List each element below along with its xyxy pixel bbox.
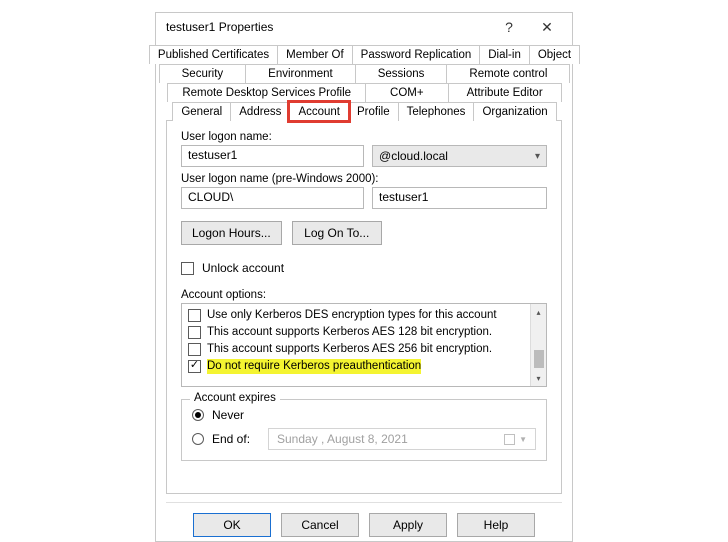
logon-domain-combo[interactable]: @cloud.local ▾: [372, 145, 547, 167]
tab-environment[interactable]: Environment: [245, 64, 356, 83]
chevron-down-icon: ▾: [535, 151, 540, 162]
tab-member-of[interactable]: Member Of: [277, 45, 353, 64]
tab-profile[interactable]: Profile: [348, 102, 399, 121]
tab-com-plus[interactable]: COM+: [365, 83, 449, 102]
log-on-to-button[interactable]: Log On To...: [292, 221, 382, 245]
option-aes128-checkbox[interactable]: [188, 326, 201, 339]
tab-remote-control[interactable]: Remote control: [446, 64, 570, 83]
apply-button[interactable]: Apply: [369, 513, 447, 537]
expires-endof-label: End of:: [212, 432, 260, 446]
properties-dialog: testuser1 Properties ? ✕ Published Certi…: [155, 12, 573, 542]
logon-domain-value: @cloud.local: [379, 149, 448, 163]
date-picker-icon: [504, 434, 515, 445]
account-options-list: Use only Kerberos DES encryption types f…: [181, 303, 547, 387]
tab-password-replication[interactable]: Password Replication: [352, 45, 481, 64]
dialog-button-row: OK Cancel Apply Help: [166, 502, 562, 541]
expires-never-label: Never: [212, 408, 244, 422]
scroll-down-icon[interactable]: ▾: [531, 370, 546, 386]
tab-address[interactable]: Address: [230, 102, 290, 121]
option-aes256-checkbox[interactable]: [188, 343, 201, 356]
logon-hours-button[interactable]: Logon Hours...: [181, 221, 282, 245]
account-options-label: Account options:: [181, 289, 547, 301]
tab-attribute-editor[interactable]: Attribute Editor: [448, 83, 562, 102]
chevron-down-icon: ▼: [519, 435, 527, 444]
tab-dial-in[interactable]: Dial-in: [479, 45, 530, 64]
close-button[interactable]: ✕: [528, 13, 566, 41]
option-des-checkbox[interactable]: [188, 309, 201, 322]
option-no-preauth[interactable]: Do not require Kerberos preauthenticatio…: [188, 359, 524, 374]
titlebar: testuser1 Properties ? ✕: [156, 13, 572, 41]
expires-endof-radio[interactable]: [192, 433, 204, 445]
scroll-up-icon[interactable]: ▴: [531, 304, 546, 320]
expires-date-value: Sunday , August 8, 2021: [277, 432, 408, 446]
tab-account[interactable]: Account: [289, 102, 349, 121]
tab-organization[interactable]: Organization: [473, 102, 556, 121]
option-no-preauth-checkbox[interactable]: [188, 360, 201, 373]
unlock-account-label: Unlock account: [202, 261, 284, 275]
tab-sessions[interactable]: Sessions: [355, 64, 448, 83]
option-des-encryption[interactable]: Use only Kerberos DES encryption types f…: [188, 308, 524, 323]
option-aes256[interactable]: This account supports Kerberos AES 256 b…: [188, 342, 524, 357]
ok-button[interactable]: OK: [193, 513, 271, 537]
option-aes128[interactable]: This account supports Kerberos AES 128 b…: [188, 325, 524, 340]
tab-strip: Published Certificates Member Of Passwor…: [156, 41, 572, 121]
logon-pre2000-domain-input[interactable]: CLOUD\: [181, 187, 364, 209]
tab-general[interactable]: General: [172, 102, 231, 121]
scroll-thumb[interactable]: [534, 350, 544, 368]
help-button[interactable]: ?: [490, 13, 528, 41]
expires-date-picker: Sunday , August 8, 2021 ▼: [268, 428, 536, 450]
logon-name-input[interactable]: testuser1: [181, 145, 364, 167]
tab-object[interactable]: Object: [529, 45, 580, 64]
cancel-button[interactable]: Cancel: [281, 513, 359, 537]
help-button-bottom[interactable]: Help: [457, 513, 535, 537]
tab-panel-account: User logon name: testuser1 @cloud.local …: [166, 121, 562, 494]
tab-telephones[interactable]: Telephones: [398, 102, 475, 121]
logon-pre2000-label: User logon name (pre-Windows 2000):: [181, 173, 547, 185]
options-scrollbar[interactable]: ▴ ▾: [530, 304, 546, 386]
tab-published-certificates[interactable]: Published Certificates: [149, 45, 278, 64]
account-expires-group: Account expires Never End of: Sunday , A…: [181, 399, 547, 461]
account-expires-legend: Account expires: [190, 392, 280, 404]
tab-rds-profile[interactable]: Remote Desktop Services Profile: [167, 83, 366, 102]
logon-pre2000-user-input[interactable]: testuser1: [372, 187, 547, 209]
unlock-account-checkbox[interactable]: [181, 262, 194, 275]
tab-security[interactable]: Security: [159, 64, 247, 83]
expires-never-radio[interactable]: [192, 409, 204, 421]
logon-name-label: User logon name:: [181, 131, 547, 143]
window-title: testuser1 Properties: [166, 20, 490, 34]
